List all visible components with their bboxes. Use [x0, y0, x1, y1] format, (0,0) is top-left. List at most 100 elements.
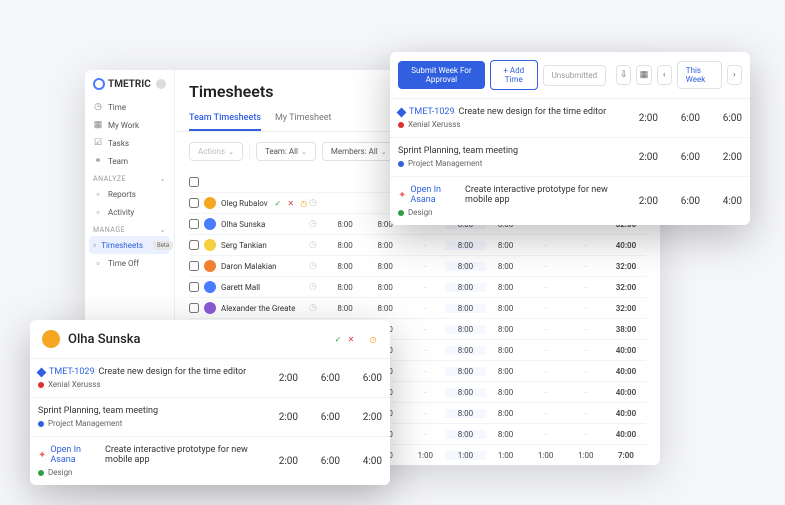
time-cell[interactable]: -	[566, 430, 606, 439]
time-cell[interactable]: -	[566, 367, 606, 376]
time-cell[interactable]: -	[405, 409, 445, 418]
time-cell[interactable]: 38:00	[606, 325, 646, 334]
time-cell[interactable]: 8:00	[445, 367, 485, 376]
time-cell[interactable]: 8:00	[486, 325, 526, 334]
row-checkbox[interactable]	[189, 240, 199, 250]
time-cell[interactable]: -	[405, 388, 445, 397]
time-cell[interactable]: -	[405, 262, 445, 271]
time-cell[interactable]: -	[526, 430, 566, 439]
time-cell[interactable]: 8:00	[365, 241, 405, 250]
time-cell[interactable]: 40:00	[606, 430, 646, 439]
time-cell[interactable]: -	[526, 388, 566, 397]
nav-item[interactable]: ⚭Team	[85, 152, 174, 170]
time-cell[interactable]: 8:00	[445, 304, 485, 313]
time-value[interactable]: 2:00	[630, 196, 658, 207]
time-cell[interactable]: -	[405, 325, 445, 334]
time-cell[interactable]: 8:00	[486, 367, 526, 376]
time-cell[interactable]: 8:00	[486, 430, 526, 439]
time-value[interactable]: 4:00	[714, 196, 742, 207]
calendar-icon[interactable]: ▦	[636, 65, 651, 85]
time-cell[interactable]: 40:00	[606, 241, 646, 250]
row-checkbox[interactable]	[189, 198, 199, 208]
time-cell[interactable]: 8:00	[325, 241, 365, 250]
time-cell[interactable]: 40:00	[606, 409, 646, 418]
time-cell[interactable]: 1:00	[405, 451, 445, 460]
time-value[interactable]: 2:00	[630, 113, 658, 124]
nav-section-manage[interactable]: MANAGE ⌄	[85, 221, 174, 236]
submit-week-button[interactable]: Submit Week For Approval	[398, 61, 485, 89]
time-cell[interactable]: 8:00	[445, 283, 485, 292]
week-selector[interactable]: This Week	[677, 61, 722, 89]
time-cell[interactable]: -	[566, 283, 606, 292]
time-value[interactable]: 2:00	[270, 456, 298, 467]
time-cell[interactable]: -	[526, 325, 566, 334]
time-value[interactable]: 6:00	[672, 196, 700, 207]
time-cell[interactable]: -	[405, 283, 445, 292]
time-cell[interactable]: 8:00	[486, 346, 526, 355]
close-icon[interactable]: ✕	[286, 198, 296, 208]
time-value[interactable]: 6:00	[312, 412, 340, 423]
time-cell[interactable]: 1:00	[445, 451, 485, 460]
time-cell[interactable]: -	[566, 304, 606, 313]
time-value[interactable]: 6:00	[354, 373, 382, 384]
time-cell[interactable]: -	[566, 346, 606, 355]
user-avatar-small[interactable]	[156, 79, 166, 89]
time-cell[interactable]: -	[526, 367, 566, 376]
time-cell[interactable]: 8:00	[325, 220, 365, 229]
task-link[interactable]: Open In Asana	[410, 185, 461, 205]
time-cell[interactable]: 8:00	[325, 262, 365, 271]
add-time-button[interactable]: + Add Time	[490, 60, 538, 90]
time-cell[interactable]: 8:00	[445, 409, 485, 418]
time-cell[interactable]: 8:00	[486, 304, 526, 313]
time-cell[interactable]: -	[526, 241, 566, 250]
task-link[interactable]: Open In Asana	[50, 445, 101, 465]
members-filter[interactable]: Members: All⌄	[322, 142, 396, 161]
time-cell[interactable]: 32:00	[606, 262, 646, 271]
tab-team-timesheets[interactable]: Team Timesheets	[189, 107, 261, 131]
time-cell[interactable]: -	[566, 262, 606, 271]
time-cell[interactable]: 32:00	[606, 304, 646, 313]
time-value[interactable]: 2:00	[354, 412, 382, 423]
time-cell[interactable]: 8:00	[486, 283, 526, 292]
time-cell[interactable]: 8:00	[325, 304, 365, 313]
nav-item[interactable]: ▫Activity	[85, 203, 174, 221]
time-cell[interactable]: 40:00	[606, 367, 646, 376]
time-cell[interactable]: 8:00	[365, 304, 405, 313]
nav-item[interactable]: ▫Time Off	[85, 254, 174, 272]
time-cell[interactable]: 1:00	[526, 451, 566, 460]
time-value[interactable]: 6:00	[672, 113, 700, 124]
time-value[interactable]: 6:00	[714, 113, 742, 124]
time-cell[interactable]: -	[405, 367, 445, 376]
nav-item[interactable]: ▫Reports	[85, 185, 174, 203]
time-cell[interactable]: 8:00	[445, 262, 485, 271]
time-cell[interactable]: -	[566, 388, 606, 397]
time-cell[interactable]: -	[566, 325, 606, 334]
actions-button[interactable]: Actions⌄	[189, 142, 243, 161]
time-cell[interactable]: 8:00	[486, 241, 526, 250]
time-cell[interactable]: -	[526, 304, 566, 313]
check-icon[interactable]: ✓	[273, 198, 283, 208]
time-value[interactable]: 2:00	[270, 412, 298, 423]
time-cell[interactable]: 40:00	[606, 388, 646, 397]
close-icon[interactable]: ✕	[346, 334, 356, 344]
time-cell[interactable]: -	[405, 241, 445, 250]
time-cell[interactable]: 8:00	[486, 262, 526, 271]
select-all-checkbox[interactable]	[189, 177, 199, 187]
row-checkbox[interactable]	[189, 282, 199, 292]
nav-item[interactable]: ▦My Work	[85, 116, 174, 134]
prev-week-icon[interactable]: ‹	[657, 65, 672, 85]
task-link[interactable]: TMET-1029	[409, 107, 455, 117]
row-checkbox[interactable]	[189, 303, 199, 313]
nav-item[interactable]: ☑Tasks	[85, 134, 174, 152]
time-cell[interactable]: 32:00	[606, 283, 646, 292]
row-checkbox[interactable]	[189, 261, 199, 271]
time-cell[interactable]: -	[405, 346, 445, 355]
time-cell[interactable]: -	[526, 346, 566, 355]
time-cell[interactable]: 40:00	[606, 346, 646, 355]
time-cell[interactable]: 1:00	[486, 451, 526, 460]
time-cell[interactable]: 1:00	[566, 451, 606, 460]
time-value[interactable]: 2:00	[630, 152, 658, 163]
time-value[interactable]: 6:00	[672, 152, 700, 163]
time-cell[interactable]: 8:00	[445, 388, 485, 397]
time-cell[interactable]: -	[405, 430, 445, 439]
